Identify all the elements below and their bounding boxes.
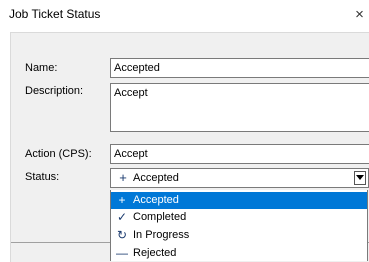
refresh-icon: ↻ <box>116 228 128 242</box>
close-button[interactable]: × <box>350 3 369 27</box>
status-option-in-progress[interactable]: ↻ In Progress <box>111 227 367 244</box>
status-select-value: Accepted <box>133 172 179 184</box>
action-cps-label: Action (CPS): <box>25 148 92 160</box>
status-label: Status: <box>25 171 60 183</box>
dropdown-arrow-button[interactable] <box>354 171 366 185</box>
description-label: Description: <box>25 85 84 97</box>
status-select[interactable]: + Accepted <box>110 168 369 188</box>
action-cps-field[interactable]: Accept <box>110 144 369 164</box>
status-option-rejected[interactable]: — Rejected <box>111 245 367 261</box>
checkmark-icon: ✓ <box>116 210 128 224</box>
job-ticket-status-dialog: Job Ticket Status × Name: Accepted Descr… <box>0 0 369 262</box>
status-option-label: Completed <box>133 211 187 223</box>
status-option-label: In Progress <box>133 229 190 241</box>
status-option-label: Rejected <box>133 247 177 259</box>
status-dropdown-list: + Accepted ✓ Completed ↻ In Progress — R… <box>110 190 368 261</box>
plus-icon: + <box>119 170 127 185</box>
status-option-accepted[interactable]: + Accepted <box>111 192 367 209</box>
description-field[interactable]: Accept <box>110 83 369 132</box>
window-title: Job Ticket Status <box>9 7 101 21</box>
minus-icon: — <box>116 246 128 260</box>
title-bar: Job Ticket Status × <box>0 0 369 30</box>
plus-icon: + <box>118 193 126 207</box>
name-label: Name: <box>25 62 58 74</box>
name-field[interactable]: Accepted <box>110 58 369 78</box>
status-option-completed[interactable]: ✓ Completed <box>111 209 367 226</box>
status-option-label: Accepted <box>133 194 179 206</box>
